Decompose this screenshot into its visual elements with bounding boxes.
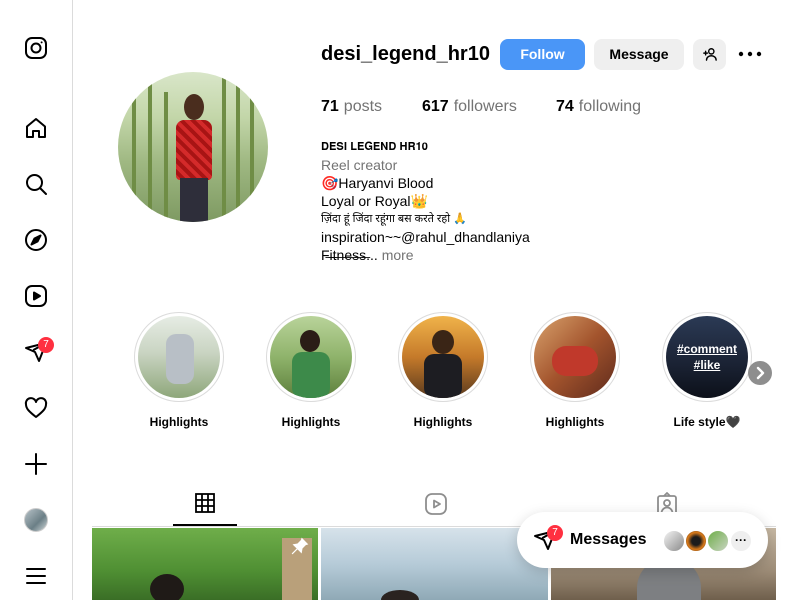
- bio-line: Loyal or Royal👑: [321, 193, 428, 209]
- active-tab-indicator: [173, 524, 237, 526]
- bio-name: 𝐃𝐄𝐒𝐈 𝐋𝐄𝐆𝐄𝐍𝐃 𝐇𝐑𝟏𝟎: [321, 141, 428, 153]
- more-conversations-icon: ···: [729, 529, 753, 553]
- bio-line: 🎯Haryanvi Blood: [321, 175, 434, 191]
- bio-line: ज़िंदा हूं जिंदा रहूंगा बस करते रहो 🙏: [321, 213, 467, 225]
- profile-username: desi_legend_hr10: [321, 43, 490, 65]
- avatar: [706, 529, 730, 553]
- highlight-label: Life style🖤: [673, 415, 741, 429]
- messages-badge: 7: [38, 337, 54, 353]
- bio-line: inspiration~~@rahul_dhandlaniya: [321, 229, 530, 245]
- suggested-users-button[interactable]: [693, 39, 726, 70]
- highlight-overlay-text: #comment: [676, 342, 738, 356]
- post-thumbnail[interactable]: [321, 528, 548, 600]
- grid-icon: [195, 493, 215, 513]
- message-button[interactable]: Message: [594, 39, 684, 70]
- messages-badge: 7: [547, 525, 563, 541]
- bio-line-truncated: F̶i̶t̶n̶e̶s̶s̶... more: [321, 247, 414, 263]
- follow-button[interactable]: Follow: [500, 39, 585, 70]
- notifications-icon[interactable]: [24, 396, 48, 420]
- chevron-right-icon: [756, 366, 765, 380]
- bio-more-link[interactable]: more: [382, 247, 414, 263]
- highlight-label: Highlights: [413, 415, 473, 429]
- profile-avatar[interactable]: [24, 508, 48, 532]
- menu-icon[interactable]: [24, 564, 48, 588]
- sidebar: 7: [0, 0, 73, 600]
- reels-icon: [425, 493, 447, 515]
- story-highlight[interactable]: Highlights: [398, 312, 488, 430]
- search-icon[interactable]: [24, 172, 48, 196]
- story-highlight[interactable]: Highlights: [266, 312, 356, 430]
- add-user-icon: [702, 48, 717, 61]
- messages-label: Messages: [570, 531, 647, 548]
- highlight-label: Highlights: [149, 415, 209, 429]
- messages-bar[interactable]: 7 Messages ···: [517, 512, 768, 568]
- followers-count[interactable]: 617 followers: [422, 98, 517, 116]
- posts-count: 71 posts: [321, 98, 383, 115]
- pin-icon: [291, 537, 309, 555]
- tab-posts[interactable]: [193, 491, 217, 515]
- post-thumbnail[interactable]: [92, 528, 318, 600]
- following-count[interactable]: 74 following: [556, 98, 641, 116]
- bio-category: Reel creator: [321, 157, 398, 173]
- instagram-logo-icon[interactable]: [24, 36, 48, 60]
- explore-icon[interactable]: [24, 228, 48, 252]
- avatar: [684, 529, 708, 553]
- create-icon[interactable]: [24, 452, 48, 476]
- story-highlight[interactable]: Highlights: [134, 312, 224, 430]
- highlight-label: Highlights: [281, 415, 341, 429]
- avatar: [662, 529, 686, 553]
- profile-picture[interactable]: [118, 72, 268, 222]
- highlight-label: Highlights: [545, 415, 605, 429]
- highlights-next-button[interactable]: [748, 361, 772, 385]
- home-icon[interactable]: [24, 116, 48, 140]
- more-options-icon[interactable]: [738, 44, 762, 64]
- story-highlight[interactable]: Highlights: [530, 312, 620, 430]
- highlight-overlay-text: #like: [693, 358, 721, 372]
- reels-icon[interactable]: [24, 284, 48, 308]
- tab-reels[interactable]: [424, 492, 448, 516]
- story-highlight[interactable]: #comment #like Life style🖤: [662, 312, 752, 430]
